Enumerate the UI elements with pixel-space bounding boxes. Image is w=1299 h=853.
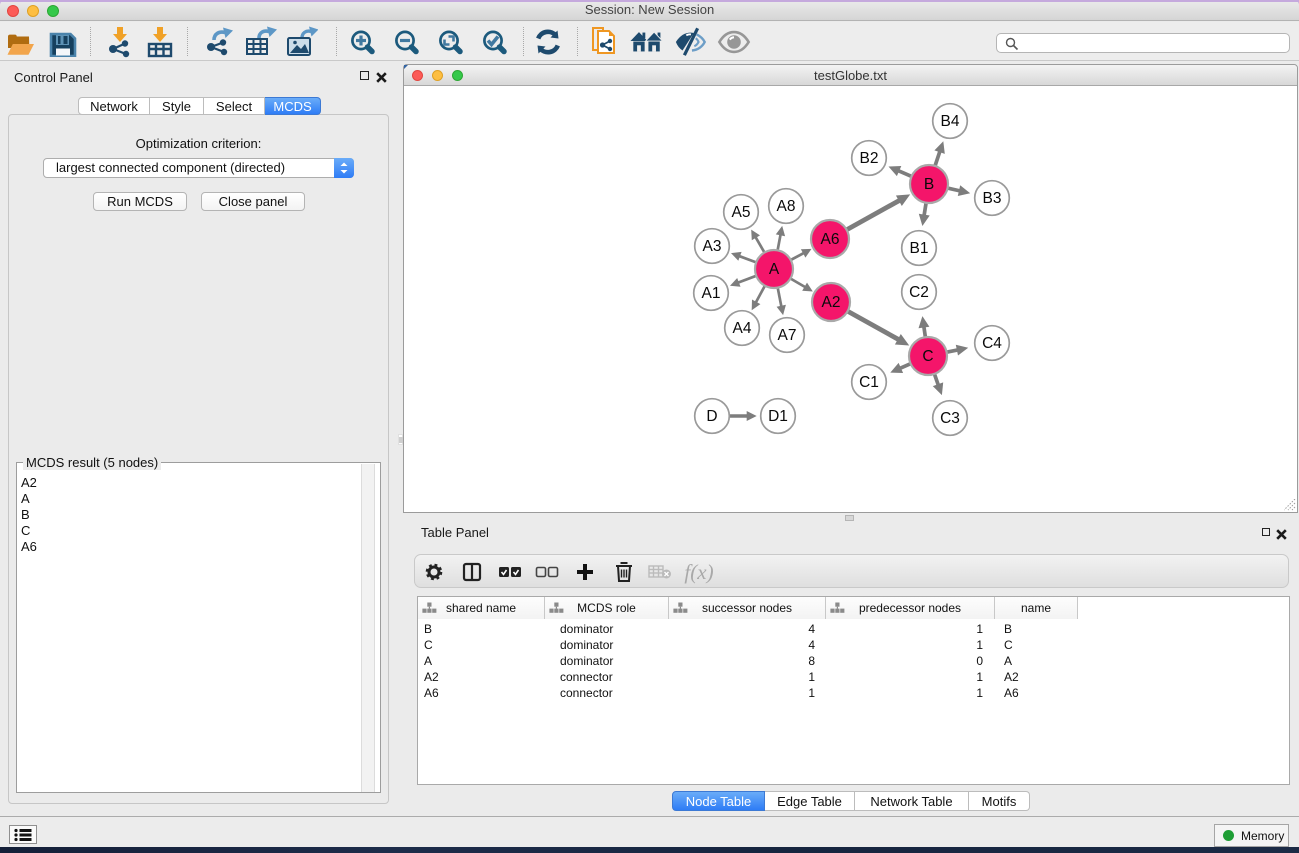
svg-text:A1: A1 bbox=[702, 285, 721, 302]
svg-text:A5: A5 bbox=[732, 204, 751, 221]
svg-text:A7: A7 bbox=[778, 327, 797, 344]
svg-text:A8: A8 bbox=[777, 198, 796, 215]
svg-text:C3: C3 bbox=[940, 410, 960, 427]
svg-text:B1: B1 bbox=[910, 240, 929, 257]
svg-text:C4: C4 bbox=[982, 335, 1002, 352]
svg-text:A2: A2 bbox=[822, 294, 841, 311]
svg-text:C1: C1 bbox=[859, 374, 879, 391]
svg-text:B: B bbox=[924, 176, 934, 193]
svg-text:B2: B2 bbox=[860, 150, 879, 167]
svg-text:D1: D1 bbox=[768, 408, 788, 425]
svg-text:A6: A6 bbox=[821, 231, 840, 248]
svg-text:A: A bbox=[769, 261, 780, 278]
svg-text:D: D bbox=[706, 408, 717, 425]
svg-text:C2: C2 bbox=[909, 284, 929, 301]
svg-text:B3: B3 bbox=[983, 190, 1002, 207]
svg-text:A4: A4 bbox=[733, 320, 752, 337]
svg-text:B4: B4 bbox=[941, 113, 960, 130]
svg-text:A3: A3 bbox=[703, 238, 722, 255]
svg-text:C: C bbox=[922, 348, 933, 365]
